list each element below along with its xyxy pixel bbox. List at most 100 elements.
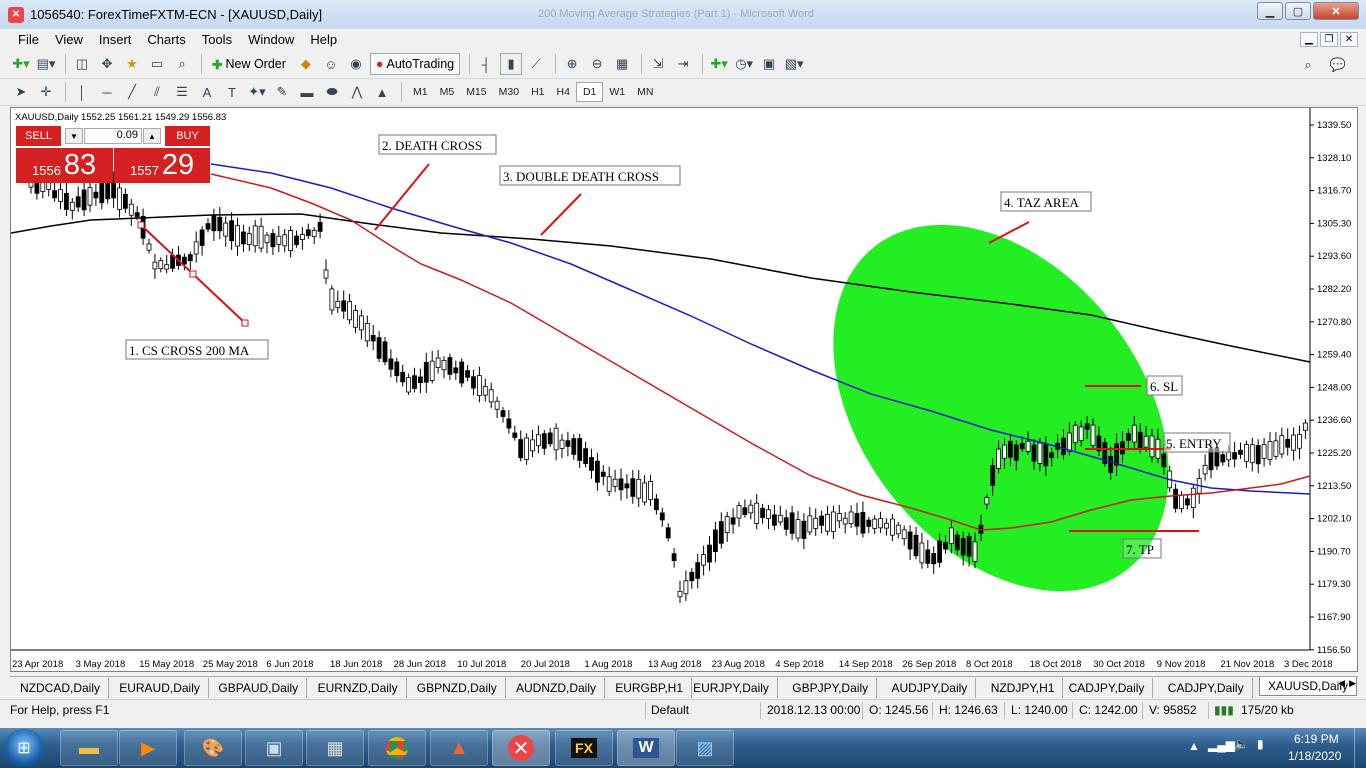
zoom-in-icon[interactable]: ⊕ (561, 53, 583, 75)
data-window-icon[interactable]: ✥ (96, 53, 118, 75)
ellipse-icon[interactable]: ⬬ (321, 81, 343, 103)
timeframe-h1[interactable]: H1 (525, 82, 550, 102)
photo-viewer-taskbar-icon[interactable]: ▨ (676, 730, 734, 766)
lot-down-button[interactable]: ▼ (65, 128, 83, 144)
zigzag-icon[interactable]: ⋀ (346, 81, 368, 103)
explorer-taskbar-icon[interactable]: ▬ (60, 730, 118, 766)
tab-scroll-right-icon[interactable]: ▶ (1349, 678, 1356, 689)
doc-minimize-button[interactable]: ▁ (1300, 32, 1318, 47)
tab-scroll-left-icon[interactable]: ◀ (1338, 678, 1345, 689)
doc-close-button[interactable]: ✕ (1340, 32, 1358, 47)
annotation-2-text[interactable]: 2. DEATH CROSS (382, 138, 482, 153)
chart-tab-audnzd-daily[interactable]: AUDNZD,Daily (508, 678, 606, 698)
buy-label[interactable]: BUY (165, 126, 210, 146)
network-icon[interactable]: ▂▄▆ (1208, 738, 1235, 752)
show-hidden-icons[interactable]: ▲ (1188, 739, 1200, 753)
profiles-icon[interactable]: ▤▾ (35, 53, 57, 75)
menu-tools[interactable]: Tools (194, 32, 240, 47)
chart-tab-eurgbp-h1[interactable]: EURGBP,H1 (607, 678, 692, 698)
new-chart-icon[interactable]: ✚▾ (10, 53, 32, 75)
line-chart-icon[interactable]: ⟋ (525, 53, 547, 75)
cursor-icon[interactable]: ➤ (10, 81, 32, 103)
chart-tab-eurjpy-daily[interactable]: EURJPY,Daily (685, 678, 778, 698)
minimize-button[interactable]: ▁ (1257, 2, 1283, 20)
timeframe-h4[interactable]: H4 (551, 82, 576, 102)
paint-taskbar-icon[interactable]: 🎨 (184, 730, 242, 766)
calculator-taskbar-icon[interactable]: ▦ (306, 730, 364, 766)
clock-date[interactable]: 1/18/2020 (1288, 749, 1341, 763)
menu-insert[interactable]: Insert (91, 32, 140, 47)
metaeditor-icon[interactable]: ◆ (295, 53, 317, 75)
chart-tab-eurnzd-daily[interactable]: EURNZD,Daily (310, 678, 407, 698)
chat-icon[interactable]: 💬 (1327, 54, 1349, 76)
timeframe-w1[interactable]: W1 (603, 82, 631, 102)
templates-icon[interactable]: ▣ (758, 53, 780, 75)
battery-icon[interactable]: ▮ (1257, 737, 1264, 751)
menu-charts[interactable]: Charts (139, 32, 193, 47)
signals-icon[interactable]: ◉ (345, 53, 367, 75)
arrows-icon[interactable]: ✦▾ (246, 81, 268, 103)
indicators-icon[interactable]: ✚▾ (708, 53, 730, 75)
chart-tab-cadjpy-daily[interactable]: CADJPY,Daily (1061, 678, 1154, 698)
chart-tab-gbpaud-daily[interactable]: GBPAUD,Daily (210, 678, 308, 698)
chart-tab-audjpy-daily[interactable]: AUDJPY,Daily (884, 678, 977, 698)
timeframe-d1[interactable]: D1 (575, 82, 604, 102)
sell-label[interactable]: SELL (16, 126, 61, 146)
bar-chart-icon[interactable]: ┤ (475, 53, 497, 75)
menu-window[interactable]: Window (240, 32, 302, 47)
crosshair-icon[interactable]: ✛ (35, 81, 57, 103)
chart-window[interactable]: 1. CS CROSS 200 MA 2. DEATH CROSS 3. DOU… (10, 107, 1358, 672)
chart-shift-icon[interactable]: ⇥ (672, 53, 694, 75)
menu-file[interactable]: File (10, 32, 47, 47)
menu-help[interactable]: Help (302, 32, 345, 47)
vertical-line-icon[interactable]: │ (71, 81, 93, 103)
annotation-6-text[interactable]: 6. SL (1150, 379, 1178, 394)
fxtm-taskbar-icon[interactable]: FX (555, 730, 613, 766)
chart-tab-nzdjpy-h1[interactable]: NZDJPY,H1 (983, 678, 1064, 698)
triangle-icon[interactable]: ▲ (371, 81, 393, 103)
annotation-5-text[interactable]: 5. ENTRY (1166, 436, 1222, 451)
horizontal-line-icon[interactable]: ─ (96, 81, 118, 103)
timeframe-mn[interactable]: MN (631, 82, 659, 102)
strategy-tester-icon[interactable]: ⌕ (171, 53, 193, 75)
lot-size-input[interactable]: 0.09 (84, 128, 142, 144)
clock-time[interactable]: 6:19 PM (1294, 732, 1339, 746)
chart-properties-icon[interactable]: ▧▾ (783, 53, 805, 75)
annotation-3-text[interactable]: 3. DOUBLE DEATH CROSS (503, 169, 659, 184)
chart-tab-euraud-daily[interactable]: EURAUD,Daily (111, 678, 209, 698)
new-order-button[interactable]: ✚ New Order (207, 53, 291, 75)
chart-tab-gbpnzd-daily[interactable]: GBPNZD,Daily (409, 678, 506, 698)
text-icon[interactable]: A (196, 81, 218, 103)
autotrading-button[interactable]: ● AutoTrading (369, 53, 461, 75)
zoom-out-icon[interactable]: ⊖ (586, 53, 608, 75)
terminal-icon[interactable]: ▭ (146, 53, 168, 75)
annotation-7-text[interactable]: 7. TP (1126, 542, 1154, 557)
annotation-1-text[interactable]: 1. CS CROSS 200 MA (129, 343, 250, 358)
fibonacci-fan-icon[interactable]: ⫽ (146, 81, 168, 103)
show-desktop-button[interactable] (1354, 728, 1366, 768)
user-icon[interactable]: ☺ (320, 53, 342, 75)
menu-view[interactable]: View (47, 32, 91, 47)
maximize-button[interactable]: ▢ (1285, 2, 1311, 20)
trendline-icon[interactable]: ╱ (121, 81, 143, 103)
lot-up-button[interactable]: ▲ (143, 128, 161, 144)
annotation-4-text[interactable]: 4. TAZ AREA (1004, 195, 1080, 210)
timeframe-m30[interactable]: M30 (493, 82, 525, 102)
doc-restore-button[interactable]: ❐ (1320, 32, 1338, 47)
navigator-icon[interactable]: ★ (121, 53, 143, 75)
affinity-taskbar-icon[interactable]: ▲ (430, 730, 488, 766)
timeframe-m1[interactable]: M1 (407, 82, 434, 102)
sell-button[interactable]: 1556 83 (16, 148, 113, 183)
metatrader-taskbar-icon[interactable]: ✕ (492, 730, 550, 766)
buy-button[interactable]: 1557 29 (114, 148, 210, 183)
text-label-icon[interactable]: T (221, 81, 243, 103)
close-button[interactable]: ✕ (1313, 2, 1359, 20)
word-taskbar-icon[interactable]: W (617, 730, 675, 766)
search-icon[interactable]: ⌕ (1297, 54, 1319, 76)
pencil-icon[interactable]: ✎ (271, 81, 293, 103)
timeframe-m5[interactable]: M5 (434, 82, 461, 102)
candlesticks-icon[interactable]: ▮ (500, 53, 523, 75)
periods-icon[interactable]: ◷▾ (733, 53, 755, 75)
chart-tab-nzdcad-daily[interactable]: NZDCAD,Daily (12, 678, 110, 698)
chrome-taskbar-icon[interactable] (368, 730, 426, 766)
